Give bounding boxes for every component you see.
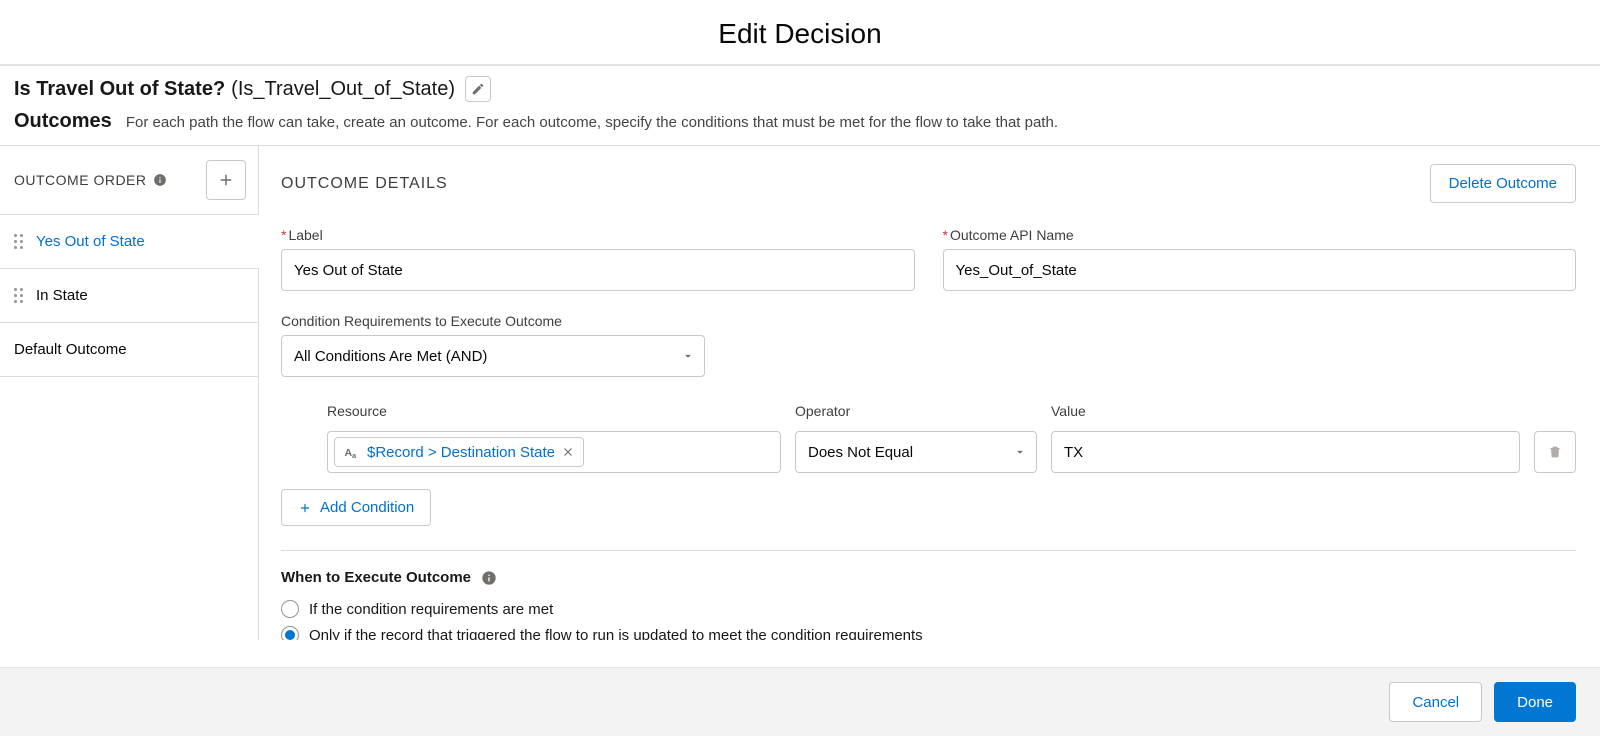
section-divider [281, 550, 1576, 551]
modal-title: Edit Decision [0, 0, 1600, 66]
text-variable-icon: Aa [343, 443, 361, 461]
add-condition-button[interactable]: Add Condition [281, 489, 431, 526]
decision-api-name: (Is_Travel_Out_of_State) [231, 78, 455, 101]
outcome-order-label: OUTCOME ORDER [14, 172, 147, 188]
when-option-label: If the condition requirements are met [309, 601, 553, 618]
when-option-if-met[interactable]: If the condition requirements are met [281, 596, 1576, 622]
decision-label: Is Travel Out of State? [14, 78, 225, 101]
operator-label: Operator [795, 403, 1037, 419]
outcomes-help-text: For each path the flow can take, create … [126, 114, 1058, 131]
resource-pill-text: $Record > Destination State [367, 444, 555, 461]
when-to-execute-title: When to Execute Outcome [281, 569, 1576, 586]
trash-icon [1547, 444, 1563, 460]
outcome-item-label: In State [36, 287, 88, 304]
plus-icon [298, 501, 312, 515]
svg-text:a: a [352, 451, 357, 460]
delete-condition-button[interactable] [1534, 431, 1576, 473]
add-outcome-button[interactable] [206, 160, 246, 200]
label-input[interactable] [281, 249, 915, 291]
value-label: Value [1051, 403, 1520, 419]
radio-icon [281, 600, 299, 618]
plus-icon [217, 171, 235, 189]
outcome-order-sidebar: OUTCOME ORDER Yes Out of State In State … [0, 146, 259, 640]
resource-label: Resource [327, 403, 781, 419]
value-column: Value [1051, 403, 1520, 473]
api-name-input[interactable] [943, 249, 1577, 291]
edit-name-button[interactable] [465, 76, 491, 102]
when-option-label: Only if the record that triggered the fl… [309, 627, 923, 641]
resource-column: Resource Aa $Record > Destination State [327, 403, 781, 473]
api-name-field-label: *Outcome API Name [943, 227, 1577, 243]
drag-handle-icon[interactable] [14, 234, 24, 249]
outcomes-header: Outcomes For each path the flow can take… [0, 108, 1600, 145]
label-field-group: *Label [281, 227, 915, 291]
info-icon[interactable] [481, 570, 497, 586]
decision-header: Is Travel Out of State? (Is_Travel_Out_o… [0, 66, 1600, 108]
value-input[interactable] [1051, 431, 1520, 473]
resource-pill[interactable]: Aa $Record > Destination State [334, 437, 584, 467]
outcomes-heading: Outcomes [14, 110, 112, 133]
done-button[interactable]: Done [1494, 682, 1576, 722]
label-field-label: *Label [281, 227, 915, 243]
remove-pill-icon[interactable] [561, 445, 575, 459]
outcome-details-title: OUTCOME DETAILS [281, 175, 448, 193]
api-name-field-group: *Outcome API Name [943, 227, 1577, 291]
condition-requirements-label: Condition Requirements to Execute Outcom… [281, 313, 1576, 329]
outcome-list: Yes Out of State In State Default Outcom… [0, 214, 258, 640]
operator-column: Operator [795, 403, 1037, 473]
sidebar-item-in-state[interactable]: In State [0, 268, 258, 322]
outcome-item-label: Yes Out of State [36, 233, 145, 250]
sidebar-item-yes-out-of-state[interactable]: Yes Out of State [0, 214, 258, 268]
delete-outcome-button[interactable]: Delete Outcome [1430, 164, 1576, 203]
modal-footer: Cancel Done [0, 668, 1600, 736]
cancel-button[interactable]: Cancel [1389, 682, 1482, 722]
outcome-order-title: OUTCOME ORDER [14, 172, 167, 188]
pencil-icon [471, 82, 485, 96]
radio-icon [281, 626, 299, 640]
drag-handle-icon[interactable] [14, 288, 24, 303]
sidebar-item-default-outcome[interactable]: Default Outcome [0, 322, 258, 377]
info-icon[interactable] [153, 173, 167, 187]
when-option-only-if-updated[interactable]: Only if the record that triggered the fl… [281, 622, 1576, 640]
resource-input[interactable]: Aa $Record > Destination State [327, 431, 781, 473]
condition-requirements-select[interactable] [281, 335, 705, 377]
outcome-details-pane: OUTCOME DETAILS Delete Outcome *Label *O… [259, 146, 1600, 640]
operator-select[interactable] [795, 431, 1037, 473]
add-condition-label: Add Condition [320, 499, 414, 516]
